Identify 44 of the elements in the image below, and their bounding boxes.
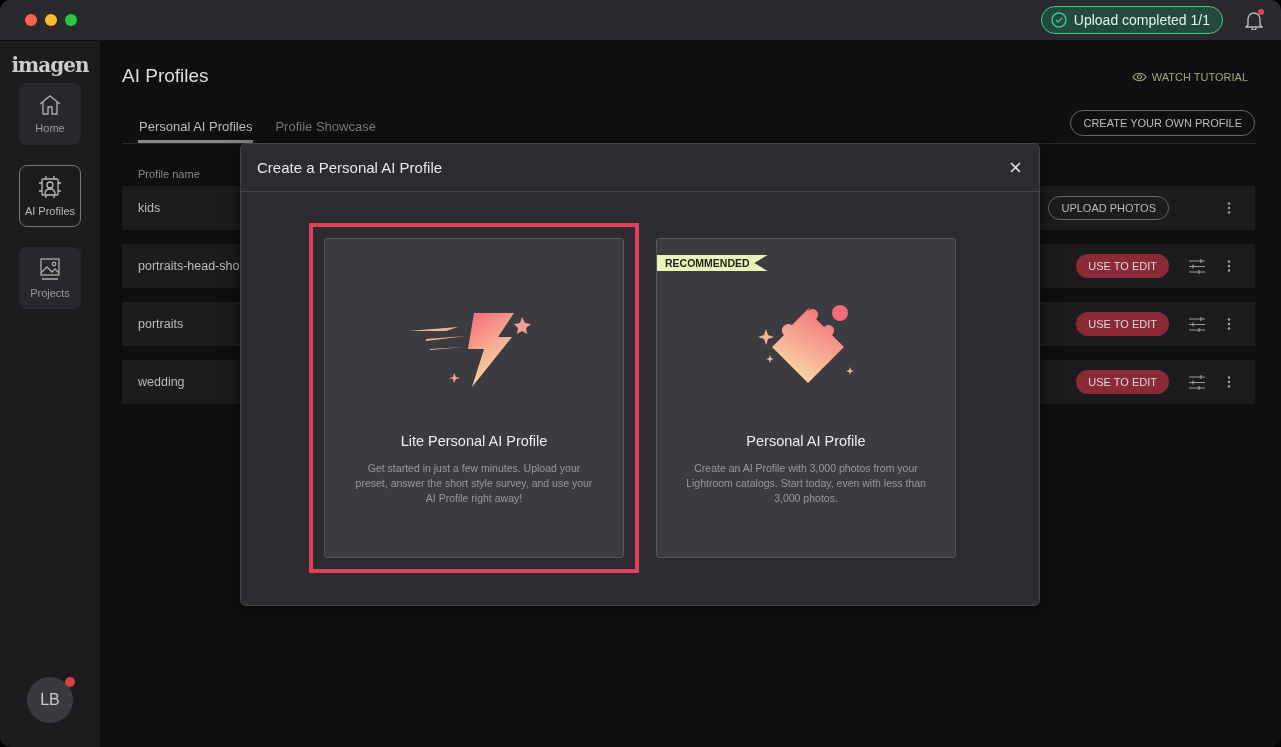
- column-header: Profile name: [138, 168, 200, 180]
- sliders-icon[interactable]: [1189, 316, 1205, 332]
- watch-tutorial-link[interactable]: WATCH TUTORIAL: [1131, 71, 1248, 83]
- more-options-icon[interactable]: [1227, 318, 1231, 330]
- chip-person-icon: [38, 175, 62, 199]
- maximize-window-control[interactable]: [65, 14, 77, 26]
- notification-bell-icon[interactable]: [1245, 10, 1263, 30]
- profile-option-card[interactable]: Lite Personal AI Profile Get started in just a few minutes. Upload your preset, answer the short style survey, and use your AI Profile right away!: [324, 238, 624, 558]
- more-options-icon[interactable]: [1227, 376, 1231, 388]
- page-title: AI Profiles: [122, 65, 209, 87]
- use-to-edit-button[interactable]: USE TO EDIT: [1076, 312, 1169, 336]
- tab[interactable]: Profile Showcase: [275, 119, 376, 143]
- dialog-title: Create a Personal AI Profile: [257, 159, 443, 176]
- close-icon: [1010, 162, 1021, 173]
- check-circle-icon: [1050, 12, 1067, 28]
- sliders-icon[interactable]: [1189, 374, 1205, 390]
- profile-name: portraits: [138, 317, 184, 331]
- sidebar-item[interactable]: Projects: [19, 247, 81, 309]
- sidebar-item[interactable]: Home: [19, 83, 81, 145]
- profile-name: portraits-head-sho: [138, 259, 240, 273]
- use-to-edit-button[interactable]: USE TO EDIT: [1076, 254, 1169, 278]
- more-options-icon[interactable]: [1227, 260, 1231, 272]
- app-logo: imagen: [11, 53, 89, 77]
- close-window-control[interactable]: [25, 14, 37, 26]
- sliders-icon[interactable]: [1189, 258, 1205, 274]
- profile-option-card[interactable]: Personal AI Profile Create an AI Profile with 3,000 photos from your Lightroom catalogs. Start today, even with less than 3,000 photos. RECOMMENDED: [656, 238, 956, 558]
- image-icon: [39, 257, 61, 281]
- close-button[interactable]: [1008, 160, 1023, 175]
- eye-icon: [1131, 72, 1147, 82]
- option-title: Personal AI Profile: [746, 433, 866, 449]
- upload-status-text: Upload completed 1/1: [1073, 12, 1210, 28]
- profile-name: wedding: [138, 375, 185, 389]
- profile-name: kids: [138, 201, 161, 215]
- option-description: Create an AI Profile with 3,000 photos from your Lightroom catalogs. Start today, even with less than 3,000 photos.: [685, 461, 927, 506]
- recommended-badge: RECOMMENDED: [657, 255, 768, 271]
- tab[interactable]: Personal AI Profiles: [138, 119, 254, 143]
- use-to-edit-button[interactable]: USE TO EDIT: [1076, 370, 1169, 394]
- option-title: Lite Personal AI Profile: [400, 433, 548, 449]
- option-description: Get started in just a few minutes. Upload your preset, answer the short style survey, and use your AI Profile right away!: [354, 461, 594, 506]
- sidebar-item[interactable]: AI Profiles: [19, 165, 81, 227]
- more-options-icon[interactable]: [1227, 202, 1231, 214]
- home-icon: [38, 94, 62, 116]
- minimize-window-control[interactable]: [45, 14, 57, 26]
- user-avatar[interactable]: LB: [27, 677, 73, 723]
